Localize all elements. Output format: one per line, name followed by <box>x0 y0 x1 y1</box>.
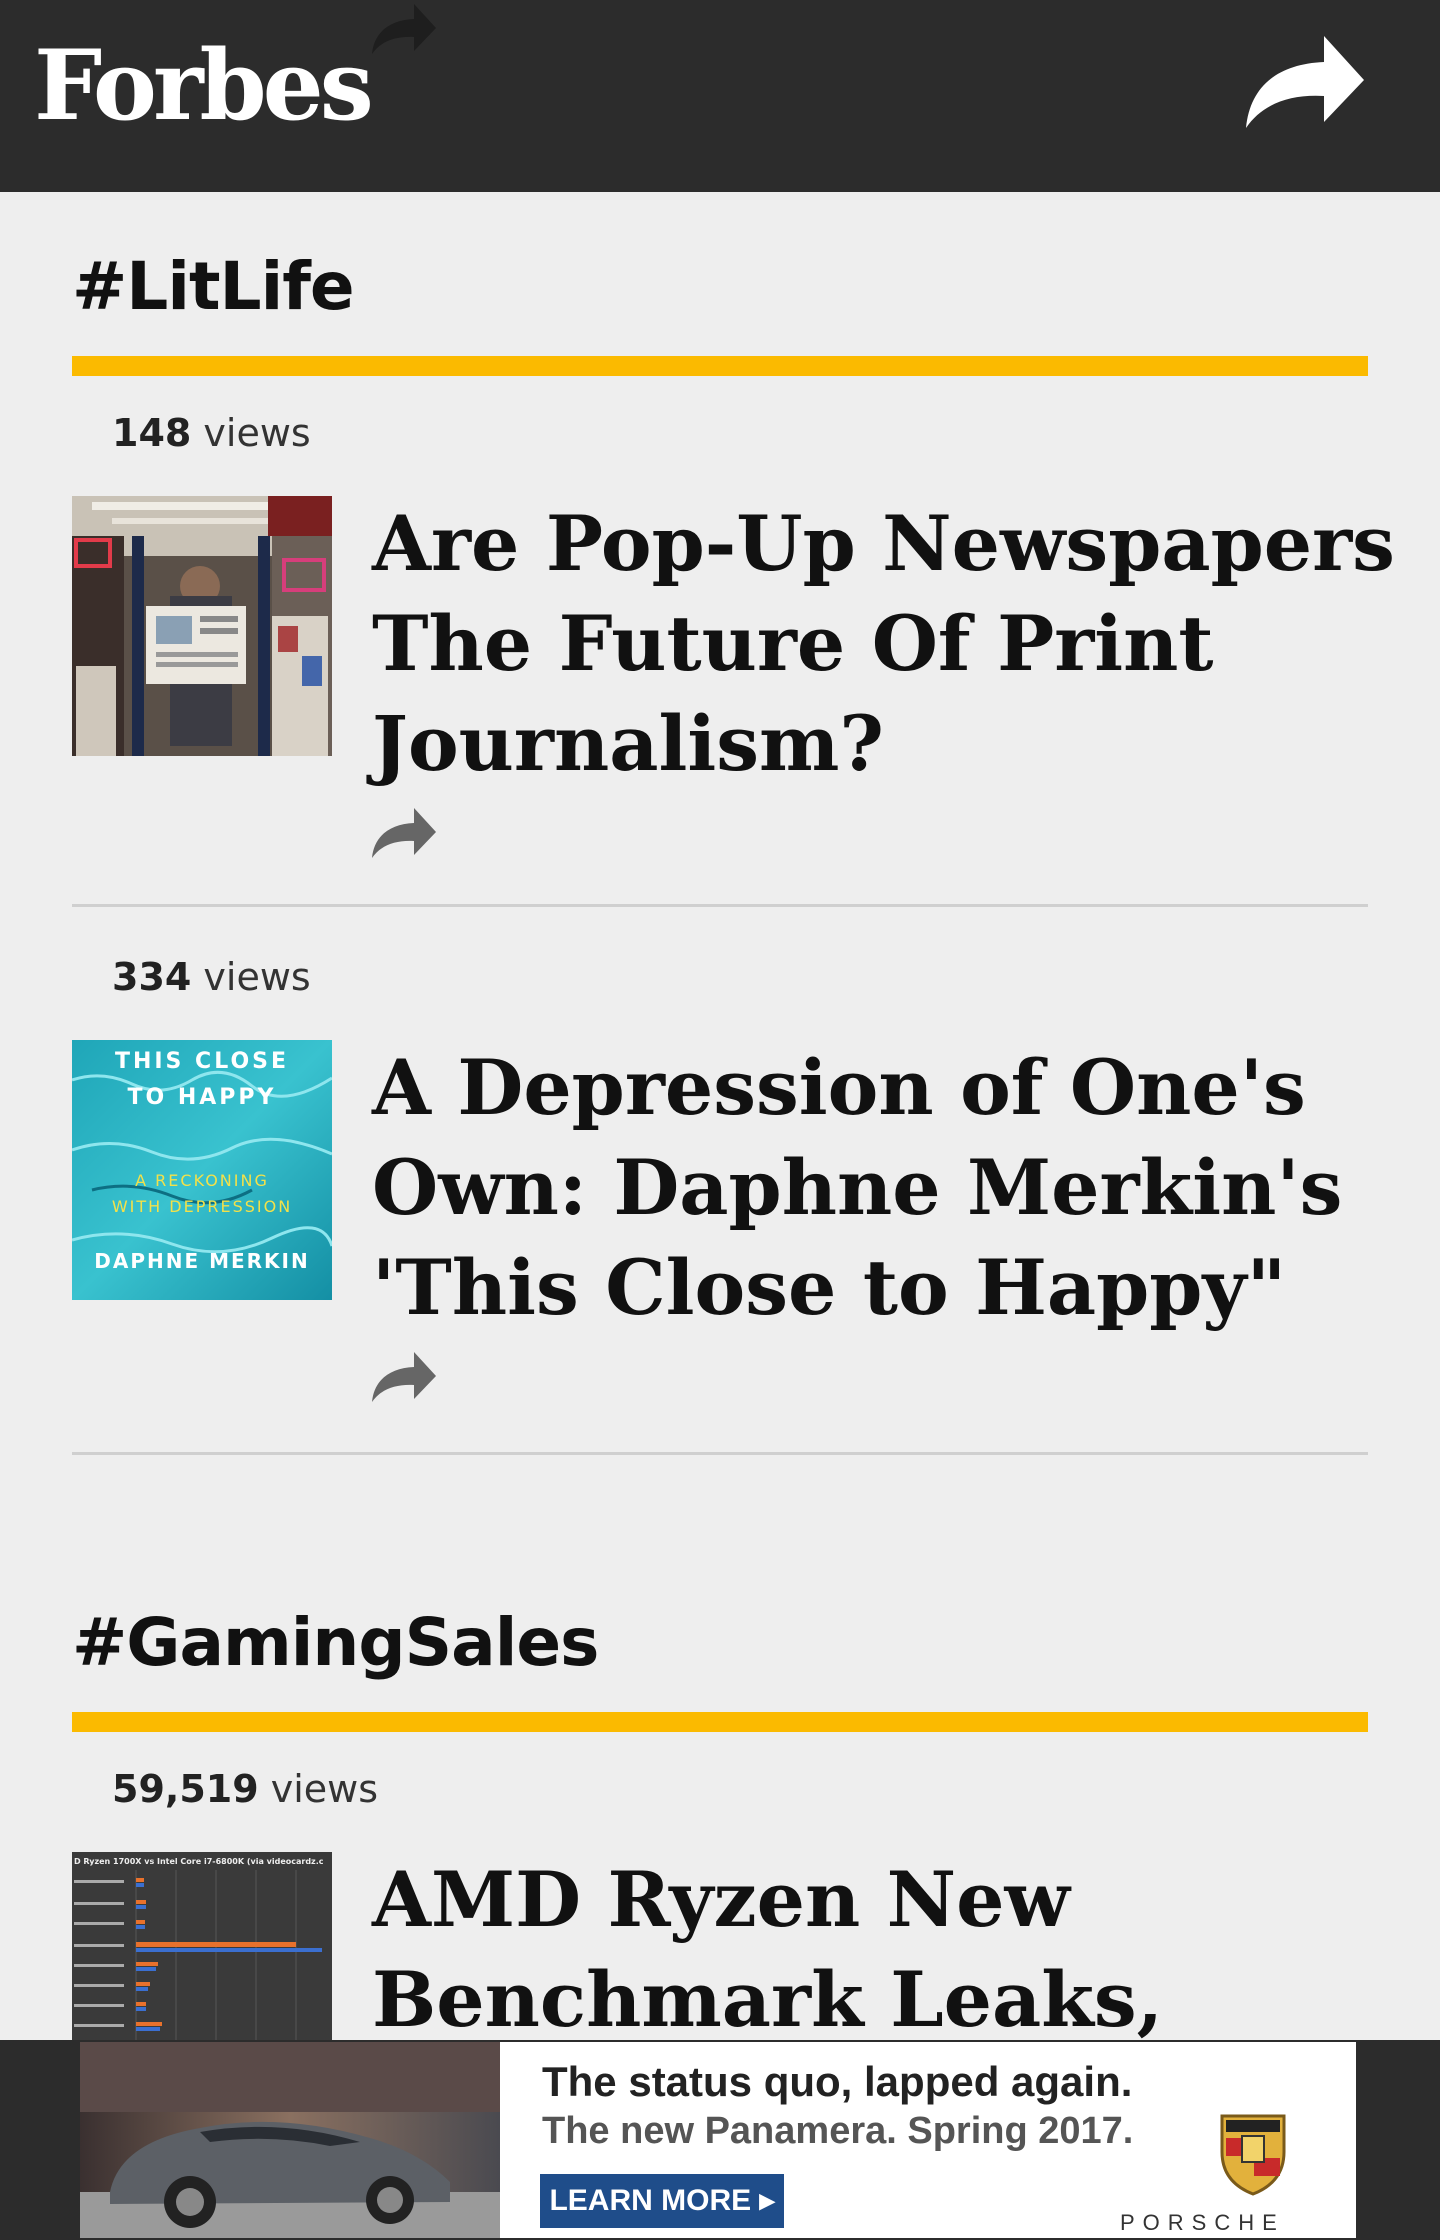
thumbnail-chart-title: D Ryzen 1700X vs Intel Core i7-6800K (vi… <box>74 1857 324 1866</box>
share-arrow-icon[interactable] <box>372 1348 438 1406</box>
book-title-line2: TO HAPPY <box>128 1085 277 1110</box>
top-bar: Forbes <box>0 0 1440 192</box>
article-headline[interactable]: A Depression of One's Own: Daphne Merkin… <box>372 1038 1402 1338</box>
article-thumbnail-newspaper[interactable] <box>72 496 332 756</box>
views-count: 334 views <box>112 958 311 996</box>
ad-subline: The new Panamera. Spring 2017. <box>542 2110 1134 2152</box>
share-arrow-icon <box>372 4 436 54</box>
section-title-litlife[interactable]: #LitLife <box>72 254 355 320</box>
share-arrow-icon[interactable] <box>1246 30 1366 134</box>
views-number: 148 <box>112 411 192 455</box>
car-image <box>80 2042 500 2238</box>
section-divider <box>72 1712 1368 1732</box>
section-title-gamingsales[interactable]: #GamingSales <box>72 1610 599 1676</box>
views-number: 59,519 <box>112 1767 259 1811</box>
book-subtitle-line2: WITH DEPRESSION <box>112 1197 292 1216</box>
article-thumbnail-book-cover[interactable]: THIS CLOSE TO HAPPY A RECKONING WITH DEP… <box>72 1040 332 1300</box>
views-count: 59,519 views <box>112 1770 378 1808</box>
book-author: DAPHNE MERKIN <box>94 1249 309 1273</box>
porsche-ad-banner[interactable]: The status quo, lapped again. The new Pa… <box>80 2042 1356 2238</box>
article-headline[interactable]: Are Pop-Up Newspapers The Future Of Prin… <box>372 494 1402 794</box>
article-divider <box>72 904 1368 907</box>
book-title-line1: THIS CLOSE <box>115 1049 289 1074</box>
share-arrow-icon[interactable] <box>372 804 438 862</box>
section-divider <box>72 356 1368 376</box>
views-label: views <box>203 411 311 455</box>
views-label: views <box>203 955 311 999</box>
ad-tagline: The status quo, lapped again. <box>542 2058 1133 2105</box>
views-count: 148 views <box>112 414 311 452</box>
views-label: views <box>270 1767 379 1811</box>
views-number: 334 <box>112 955 192 999</box>
article-divider <box>72 1452 1368 1455</box>
forbes-logo[interactable]: Forbes <box>34 38 374 134</box>
porsche-crest-icon <box>1220 2114 1286 2196</box>
ad-brand-wordmark: PORSCHE <box>1120 2210 1285 2235</box>
learn-more-button[interactable]: LEARN MORE ▸ <box>540 2174 784 2228</box>
book-subtitle-line1: A RECKONING <box>135 1171 269 1190</box>
